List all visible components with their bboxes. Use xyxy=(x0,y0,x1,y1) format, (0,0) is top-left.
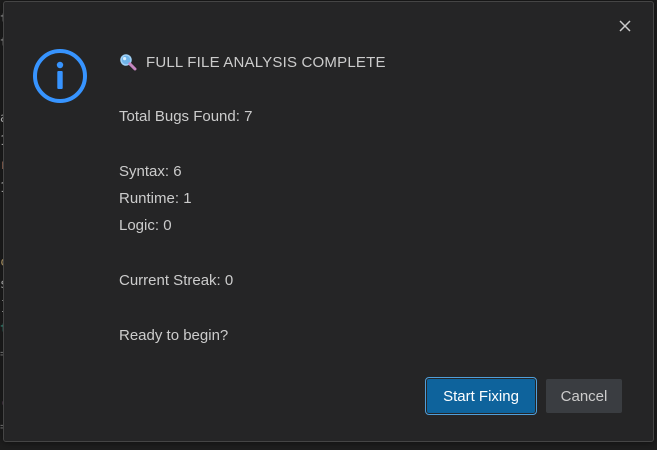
cancel-button[interactable]: Cancel xyxy=(546,379,622,413)
current-streak-text: Current Streak: 0 xyxy=(119,272,234,289)
start-fixing-button[interactable]: Start Fixing xyxy=(425,377,537,415)
dialog-title-row: FULL FILE ANALYSIS COMPLETE xyxy=(119,52,619,72)
logic-count-text: Logic: 0 xyxy=(119,217,172,234)
runtime-count-text: Runtime: 1 xyxy=(119,190,192,207)
total-bugs-text: Total Bugs Found: 7 xyxy=(119,108,253,125)
analysis-dialog: FULL FILE ANALYSIS COMPLETE Total Bugs F… xyxy=(3,1,654,442)
close-icon xyxy=(619,20,631,32)
syntax-count-text: Syntax: 6 xyxy=(119,163,182,180)
dialog-title: FULL FILE ANALYSIS COMPLETE xyxy=(146,53,386,71)
info-icon xyxy=(33,49,87,103)
ready-prompt-text: Ready to begin? xyxy=(119,327,229,344)
close-button[interactable] xyxy=(615,16,635,36)
dialog-message: FULL FILE ANALYSIS COMPLETE Total Bugs F… xyxy=(119,52,619,353)
magnifier-icon xyxy=(120,54,137,71)
dialog-button-row: Start Fixing Cancel xyxy=(425,377,622,415)
